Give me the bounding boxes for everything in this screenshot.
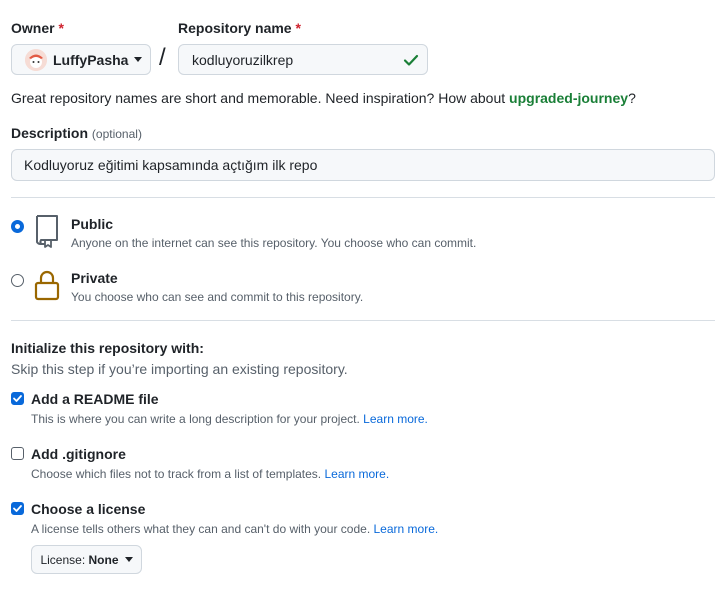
repo-required-mark: * xyxy=(295,20,301,36)
private-title: Private xyxy=(71,270,118,286)
repo-name-input[interactable]: kodluyoruzilkrep xyxy=(178,44,428,75)
gitignore-learn-more-link[interactable]: Learn more. xyxy=(324,467,389,481)
public-description: Anyone on the internet can see this repo… xyxy=(71,236,477,250)
license-description: A license tells others what they can and… xyxy=(31,522,438,536)
description-label: Description (optional) xyxy=(11,125,142,141)
repo-name-label-text: Repository name xyxy=(178,20,292,36)
owner-label: Owner * xyxy=(11,20,64,36)
repo-icon xyxy=(33,214,61,253)
readme-title: Add a README file xyxy=(31,391,159,407)
owner-dropdown-button[interactable]: LuffyPasha xyxy=(11,44,151,75)
owner-repo-separator: / xyxy=(159,44,166,71)
repo-name-label: Repository name * xyxy=(178,20,301,36)
description-input[interactable]: Kodluyoruz eğitimi kapsamında açtığım il… xyxy=(11,149,715,181)
repo-name-hint: Great repository names are short and mem… xyxy=(11,90,636,106)
private-radio[interactable] xyxy=(11,274,24,287)
hint-text: Great repository names are short and mem… xyxy=(11,90,510,106)
gitignore-description: Choose which files not to track from a l… xyxy=(31,467,389,481)
owner-required-mark: * xyxy=(58,20,64,36)
license-title: Choose a license xyxy=(31,501,146,517)
description-label-text: Description xyxy=(11,125,89,141)
name-suggestion-link[interactable]: upgraded-journey xyxy=(509,90,628,106)
public-radio[interactable] xyxy=(11,220,24,233)
gitignore-desc-text: Choose which files not to track from a l… xyxy=(31,467,322,481)
license-checkbox[interactable] xyxy=(11,502,24,515)
license-select-label: License: xyxy=(40,552,86,567)
gitignore-title: Add .gitignore xyxy=(31,446,126,462)
check-icon xyxy=(403,52,419,71)
readme-learn-more-link[interactable]: Learn more. xyxy=(363,412,428,426)
owner-name: LuffyPasha xyxy=(53,51,129,68)
owner-label-text: Owner xyxy=(11,20,55,36)
description-optional: (optional) xyxy=(91,127,142,141)
divider xyxy=(11,197,715,198)
readme-desc-text: This is where you can write a long descr… xyxy=(31,412,360,426)
license-select-value: None xyxy=(88,552,119,567)
divider xyxy=(11,320,715,321)
init-heading: Initialize this repository with: xyxy=(11,340,204,356)
license-learn-more-link[interactable]: Learn more. xyxy=(374,522,439,536)
repo-name-value: kodluyoruzilkrep xyxy=(192,51,294,68)
gitignore-checkbox[interactable] xyxy=(11,447,24,460)
description-value: Kodluyoruz eğitimi kapsamında açtığım il… xyxy=(24,157,318,173)
license-select-button[interactable]: License: None xyxy=(31,545,142,574)
readme-checkbox[interactable] xyxy=(11,392,24,405)
readme-description: This is where you can write a long descr… xyxy=(31,412,428,426)
chevron-down-icon xyxy=(134,57,143,62)
avatar xyxy=(25,48,47,71)
private-description: You choose who can see and commit to thi… xyxy=(71,290,364,304)
hint-end: ? xyxy=(628,90,636,106)
lock-icon xyxy=(33,268,61,307)
init-subtext: Skip this step if you’re importing an ex… xyxy=(11,361,348,377)
public-title: Public xyxy=(71,216,114,232)
chevron-down-icon xyxy=(124,557,133,562)
license-desc-text: A license tells others what they can and… xyxy=(31,522,371,536)
